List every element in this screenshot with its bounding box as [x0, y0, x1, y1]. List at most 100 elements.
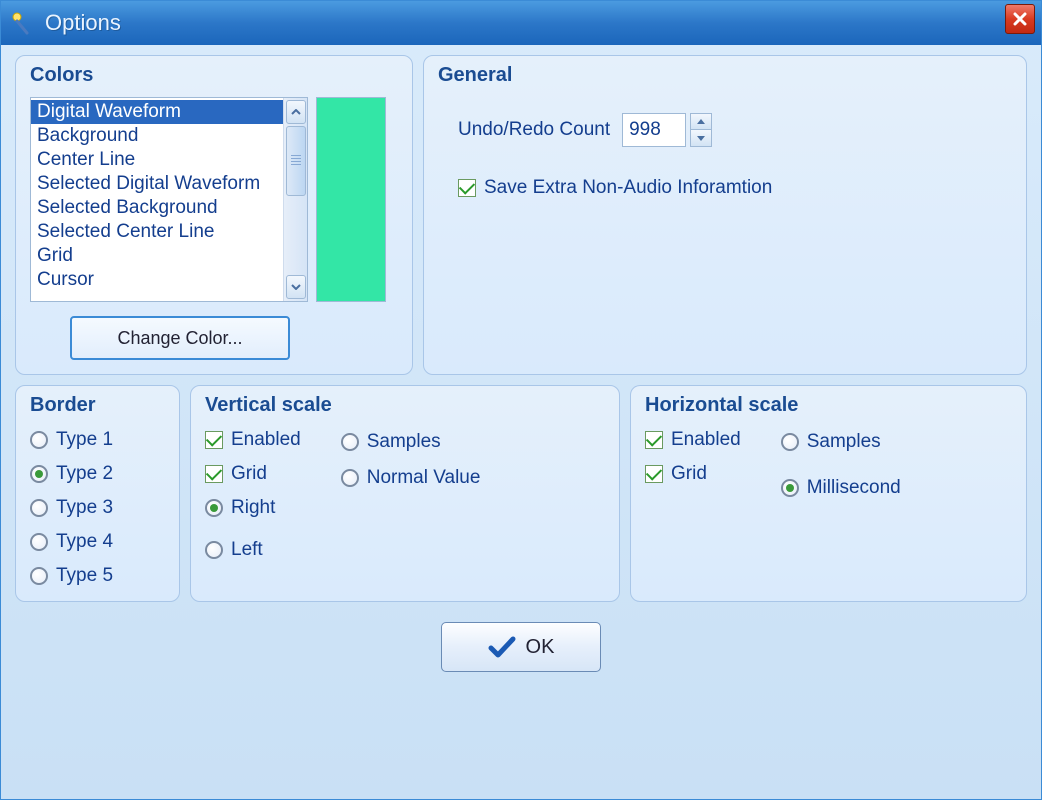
hscale-right-col: Samples Millisecond: [781, 431, 901, 499]
vscale-right[interactable]: Right: [205, 497, 301, 519]
spinner-buttons: [690, 113, 712, 147]
hscale-body: Enabled Grid Samples Millisecond: [645, 429, 1012, 499]
triangle-up-icon: [697, 119, 705, 124]
checkbox-icon: [645, 431, 663, 449]
hscale-left: Enabled Grid: [645, 429, 741, 499]
radio-icon: [341, 469, 359, 487]
spin-down-button[interactable]: [690, 130, 712, 147]
undo-redo-input[interactable]: [622, 113, 686, 147]
triangle-down-icon: [697, 136, 705, 141]
border-type2[interactable]: Type 2: [30, 463, 165, 485]
radio-label: Type 3: [56, 497, 113, 519]
radio-icon: [30, 533, 48, 551]
border-type4[interactable]: Type 4: [30, 531, 165, 553]
chevron-down-icon: [291, 284, 301, 290]
hscale-samples[interactable]: Samples: [781, 431, 901, 453]
undo-redo-label: Undo/Redo Count: [458, 119, 610, 141]
border-panel: Border Type 1 Type 2 Type 3 Type 4 Type …: [15, 385, 180, 602]
close-button[interactable]: [1005, 4, 1035, 34]
list-item[interactable]: Selected Background: [31, 196, 283, 220]
vscale-grid[interactable]: Grid: [205, 463, 301, 485]
list-item[interactable]: Background: [31, 124, 283, 148]
radio-label: Samples: [367, 431, 441, 453]
vscale-normal-value[interactable]: Normal Value: [341, 467, 481, 489]
vscale-right-col: Samples Normal Value: [341, 431, 481, 561]
titlebar: Options: [1, 1, 1041, 45]
top-row: Colors Digital Waveform Background Cente…: [15, 55, 1027, 375]
content-area: Colors Digital Waveform Background Cente…: [1, 45, 1041, 680]
border-title: Border: [30, 394, 165, 417]
vscale-samples[interactable]: Samples: [341, 431, 481, 453]
save-extra-label: Save Extra Non-Audio Inforamtion: [484, 177, 772, 199]
listbox-scrollbar[interactable]: [283, 98, 307, 301]
radio-label: Millisecond: [807, 477, 901, 499]
undo-redo-spinner: [622, 113, 712, 147]
radio-icon: [205, 541, 223, 559]
general-title: General: [438, 64, 1012, 87]
list-item[interactable]: Cursor: [31, 268, 283, 292]
hscale-millisecond[interactable]: Millisecond: [781, 477, 901, 499]
spin-up-button[interactable]: [690, 113, 712, 130]
ok-label: OK: [526, 636, 555, 659]
check-icon: [488, 635, 516, 659]
border-options: Type 1 Type 2 Type 3 Type 4 Type 5: [30, 429, 165, 587]
radio-icon: [30, 567, 48, 585]
vertical-scale-title: Vertical scale: [205, 394, 605, 417]
radio-icon: [341, 433, 359, 451]
radio-label: Right: [231, 497, 275, 519]
radio-icon: [781, 479, 799, 497]
vscale-enabled[interactable]: Enabled: [205, 429, 301, 451]
scroll-down-button[interactable]: [286, 275, 306, 299]
color-listbox[interactable]: Digital Waveform Background Center Line …: [30, 97, 308, 302]
change-color-button[interactable]: Change Color...: [70, 316, 290, 360]
ok-button[interactable]: OK: [441, 622, 601, 672]
border-type5[interactable]: Type 5: [30, 565, 165, 587]
radio-icon: [205, 499, 223, 517]
bottom-row: Border Type 1 Type 2 Type 3 Type 4 Type …: [15, 385, 1027, 602]
radio-icon: [30, 465, 48, 483]
horizontal-scale-panel: Horizontal scale Enabled Grid Samples Mi…: [630, 385, 1027, 602]
check-label: Grid: [231, 463, 267, 485]
window-title: Options: [45, 10, 121, 36]
vscale-left-radio[interactable]: Left: [205, 539, 301, 561]
close-icon: [1012, 11, 1028, 27]
vscale-left: Enabled Grid Right Left: [205, 429, 301, 561]
checkbox-icon: [205, 465, 223, 483]
border-type1[interactable]: Type 1: [30, 429, 165, 451]
chevron-up-icon: [291, 109, 301, 115]
colors-panel: Colors Digital Waveform Background Cente…: [15, 55, 413, 375]
radio-label: Type 1: [56, 429, 113, 451]
list-item[interactable]: Selected Digital Waveform: [31, 172, 283, 196]
list-item[interactable]: Center Line: [31, 148, 283, 172]
radio-label: Type 2: [56, 463, 113, 485]
color-listbox-items: Digital Waveform Background Center Line …: [31, 98, 283, 301]
general-panel: General Undo/Redo Count: [423, 55, 1027, 375]
colors-body: Digital Waveform Background Center Line …: [30, 97, 398, 302]
check-label: Enabled: [671, 429, 741, 451]
color-swatch: [316, 97, 386, 302]
list-item[interactable]: Selected Center Line: [31, 220, 283, 244]
scroll-thumb[interactable]: [286, 126, 306, 196]
border-type3[interactable]: Type 3: [30, 497, 165, 519]
scroll-up-button[interactable]: [286, 100, 306, 124]
list-item[interactable]: Grid: [31, 244, 283, 268]
list-item[interactable]: Digital Waveform: [31, 100, 283, 124]
radio-label: Left: [231, 539, 263, 561]
vscale-body: Enabled Grid Right Left Samples Normal V…: [205, 429, 605, 561]
radio-icon: [30, 431, 48, 449]
radio-label: Type 4: [56, 531, 113, 553]
undo-redo-row: Undo/Redo Count: [458, 113, 1012, 147]
save-extra-checkbox[interactable]: [458, 179, 476, 197]
ok-row: OK: [15, 622, 1027, 672]
colors-title: Colors: [30, 64, 398, 87]
hscale-grid[interactable]: Grid: [645, 463, 741, 485]
radio-label: Samples: [807, 431, 881, 453]
checkbox-icon: [645, 465, 663, 483]
radio-label: Normal Value: [367, 467, 481, 489]
radio-icon: [30, 499, 48, 517]
options-window: Options Colors Digital Waveform Backgrou…: [0, 0, 1042, 800]
radio-label: Type 5: [56, 565, 113, 587]
save-extra-row[interactable]: Save Extra Non-Audio Inforamtion: [458, 177, 1012, 199]
hscale-enabled[interactable]: Enabled: [645, 429, 741, 451]
checkbox-icon: [205, 431, 223, 449]
